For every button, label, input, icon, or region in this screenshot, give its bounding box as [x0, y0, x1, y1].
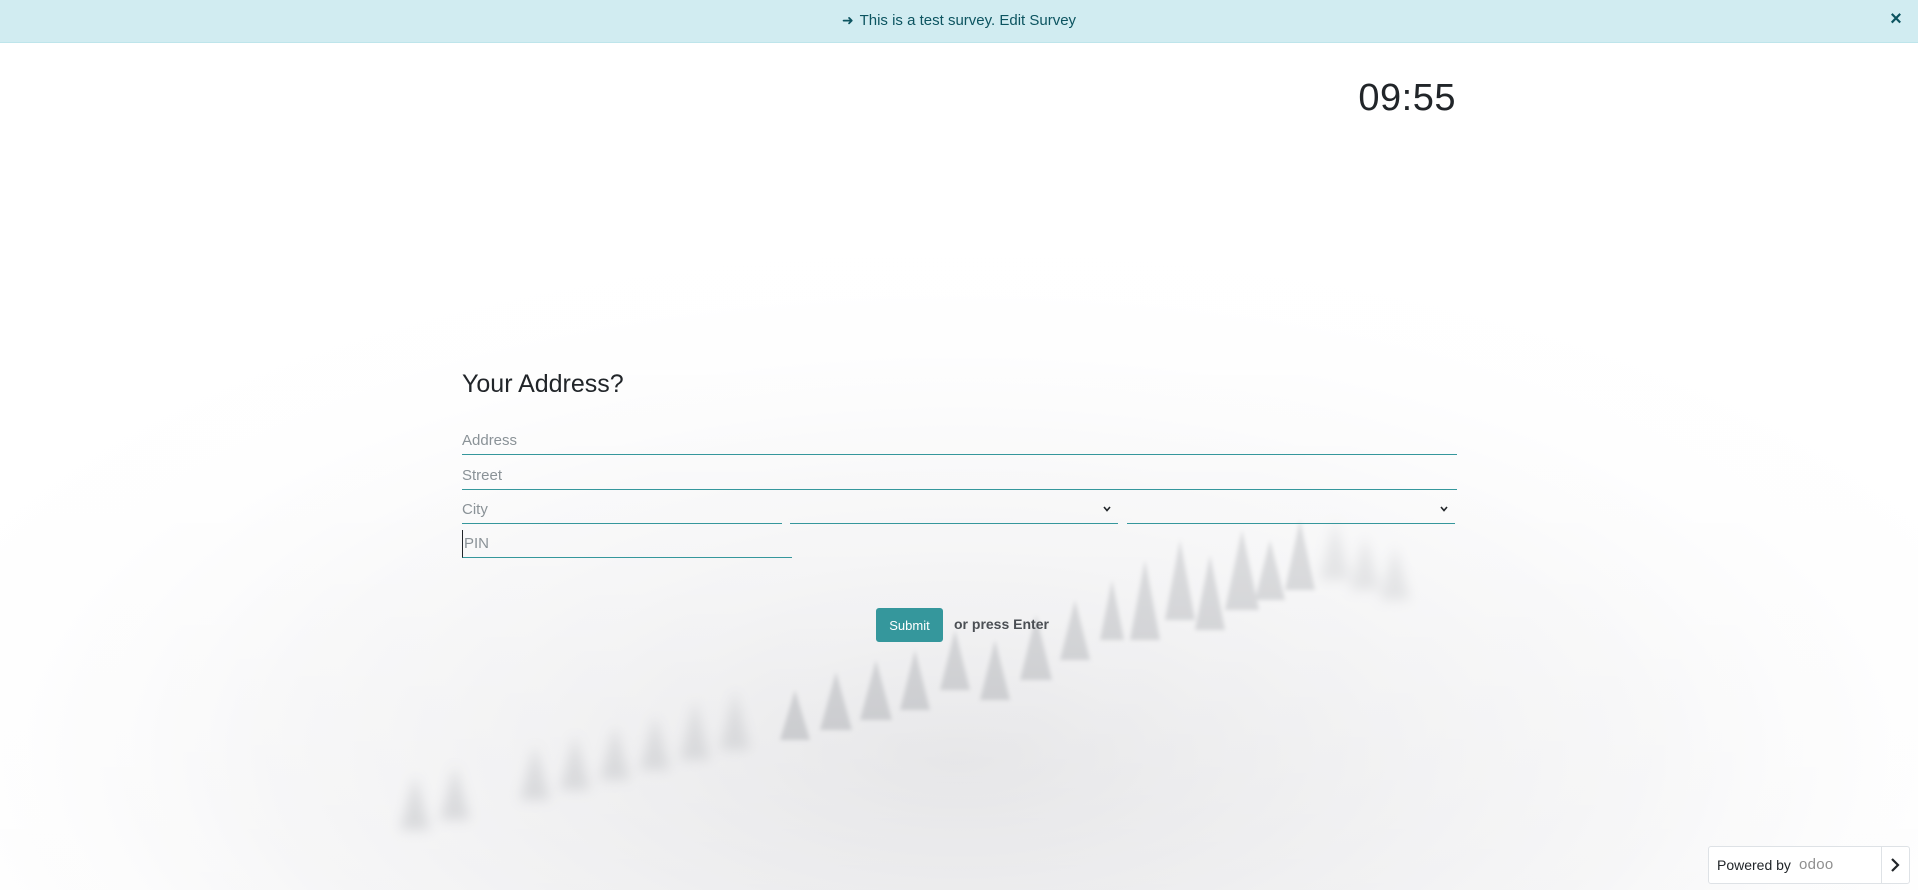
state-select[interactable] [790, 496, 1118, 524]
street-input[interactable] [462, 462, 1457, 490]
survey-timer: 09:55 [1358, 77, 1456, 119]
address-input[interactable] [462, 427, 1457, 455]
test-survey-banner: ➜ This is a test survey. Edit Survey × [0, 0, 1918, 43]
banner-text: This is a test survey. [859, 12, 996, 29]
arrow-right-icon: ➜ [841, 12, 854, 28]
submit-button[interactable]: Submit [876, 608, 943, 642]
pin-input[interactable] [462, 530, 792, 558]
close-icon[interactable]: × [1886, 9, 1906, 29]
country-select[interactable] [1127, 496, 1455, 524]
next-button[interactable] [1881, 847, 1909, 883]
chevron-down-icon [1440, 506, 1448, 512]
chevron-right-icon [1891, 858, 1900, 872]
question-title: Your Address? [462, 370, 624, 398]
edit-survey-link[interactable]: Edit Survey [999, 12, 1076, 29]
press-enter-hint: or press Enter [954, 616, 1049, 632]
banner-content: ➜ This is a test survey. Edit Survey [0, 11, 1918, 30]
city-input[interactable] [462, 496, 782, 524]
odoo-logo[interactable]: odoo [1799, 856, 1834, 873]
powered-by-widget: Powered by odoo [1708, 846, 1910, 884]
powered-by-label: Powered by [1717, 857, 1791, 873]
chevron-down-icon [1103, 506, 1111, 512]
